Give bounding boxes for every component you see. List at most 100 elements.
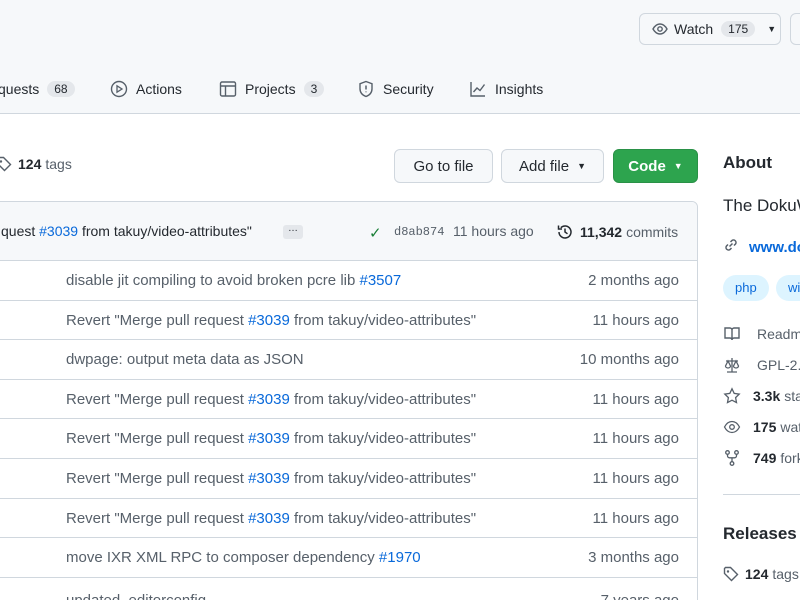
star-button[interactable] (790, 13, 800, 45)
commit-text: dwpage: output meta data as JSON (66, 351, 304, 368)
meta-text: Readme (757, 326, 800, 342)
commit-time: 11 hours ago (453, 223, 534, 239)
website-url: www.do (749, 238, 800, 256)
file-commit-message[interactable]: Revert "Merge pull request #3039 from ta… (66, 430, 476, 447)
website-link[interactable]: www.do (723, 237, 800, 257)
meta-bold: 175 (753, 419, 777, 435)
table-icon (219, 80, 237, 98)
pr-link[interactable]: #3039 (248, 510, 290, 527)
latest-commit-message[interactable]: quest #3039 from takuy/video-attributes" (1, 223, 252, 239)
tags-link[interactable]: 124 tags (0, 156, 72, 172)
file-commit-time: 11 hours ago (592, 470, 679, 487)
pr-link[interactable]: #3039 (248, 430, 290, 447)
commit-sha[interactable]: d8ab874 (394, 225, 444, 239)
file-commit-time: 7 years ago (601, 592, 679, 600)
tab-actions[interactable]: Actions (110, 74, 182, 104)
file-commit-time: 3 months ago (588, 549, 679, 566)
tab-security[interactable]: Security (357, 74, 434, 104)
commit-text: Revert "Merge pull request (66, 312, 249, 329)
file-row[interactable]: updated .editorconfig 7 years ago (0, 577, 697, 600)
pr-link[interactable]: #3039 (248, 312, 290, 329)
pr-link[interactable]: #3507 (360, 272, 402, 289)
file-row[interactable]: disable jit compiling to avoid broken pc… (0, 260, 697, 300)
file-commit-message[interactable]: move IXR XML RPC to composer dependency … (66, 549, 421, 566)
tab-counter: 68 (47, 81, 75, 97)
commit-text-after: from takuy/video-attributes" (289, 470, 477, 487)
watch-count: 175 (721, 21, 756, 37)
latest-commit-bar: quest #3039 from takuy/video-attributes"… (0, 202, 697, 261)
watch-button[interactable]: Watch 175 ▼ (639, 13, 781, 45)
shield-icon (357, 80, 375, 98)
tab-label: Insights (495, 81, 544, 97)
tab-projects[interactable]: Projects 3 (219, 74, 325, 104)
pr-link[interactable]: #3039 (248, 391, 290, 408)
file-commit-message[interactable]: disable jit compiling to avoid broken pc… (66, 272, 401, 289)
tab-label: Security (383, 81, 434, 97)
file-commit-message[interactable]: dwpage: output meta data as JSON (66, 351, 304, 368)
file-row[interactable]: Revert "Merge pull request #3039 from ta… (0, 379, 697, 419)
watchers-link[interactable]: 175 watching (723, 418, 800, 436)
meta-text: stars (784, 388, 800, 404)
file-commit-message[interactable]: Revert "Merge pull request #3039 from ta… (66, 312, 476, 329)
commit-text: Revert "Merge pull request (66, 510, 249, 527)
sidebar-divider (723, 494, 800, 495)
tag-icon (723, 566, 739, 582)
add-file-button[interactable]: Add file ▼ (501, 149, 604, 183)
topic-tag[interactable]: php (723, 275, 769, 301)
meta-bold: 749 (753, 450, 777, 466)
eye-icon (723, 418, 741, 436)
file-commit-message[interactable]: Revert "Merge pull request #3039 from ta… (66, 510, 476, 527)
file-row[interactable]: Revert "Merge pull request #3039 from ta… (0, 458, 697, 498)
release-tags-link[interactable]: 124 tags (723, 566, 799, 582)
law-icon (723, 356, 741, 374)
file-commit-message[interactable]: updated .editorconfig (66, 592, 206, 600)
tab-insights[interactable]: Insights (469, 74, 543, 104)
fork-icon (723, 449, 741, 467)
graph-icon (469, 80, 487, 98)
file-row[interactable]: move IXR XML RPC to composer dependency … (0, 537, 697, 577)
pr-link[interactable]: #3039 (248, 470, 290, 487)
forks-link[interactable]: 749 forks (723, 449, 800, 467)
commits-count: 11,342 (580, 224, 623, 240)
watch-label: Watch (674, 21, 714, 37)
link-icon (723, 237, 739, 257)
tab-label: Actions (136, 81, 182, 97)
star-icon (723, 387, 741, 405)
readme-link[interactable]: Readme (723, 325, 800, 343)
tab-label: Projects (245, 81, 296, 97)
file-commit-message[interactable]: Revert "Merge pull request #3039 from ta… (66, 470, 476, 487)
commit-message-prefix: quest (1, 223, 40, 239)
chevron-down-icon: ▼ (577, 161, 586, 171)
commit-text: Revert "Merge pull request (66, 430, 249, 447)
releases-heading[interactable]: Releases (723, 524, 797, 544)
file-row[interactable]: Revert "Merge pull request #3039 from ta… (0, 300, 697, 340)
eye-icon (652, 23, 668, 35)
file-commit-message[interactable]: Revert "Merge pull request #3039 from ta… (66, 391, 476, 408)
tab-pull-requests[interactable]: quests 68 (0, 74, 75, 104)
stars-link[interactable]: 3.3k stars (723, 387, 800, 405)
file-row[interactable]: dwpage: output meta data as JSON 10 mont… (0, 339, 697, 379)
release-tags-count: 124 (745, 566, 769, 582)
commits-link[interactable]: 11,342 commits (556, 223, 678, 241)
go-to-file-button[interactable]: Go to file (394, 149, 493, 183)
about-heading: About (723, 153, 773, 172)
repo-description: The DokuW (723, 196, 800, 215)
file-commit-time: 11 hours ago (592, 510, 679, 527)
chevron-down-icon: ▼ (767, 24, 777, 34)
file-row[interactable]: Revert "Merge pull request #3039 from ta… (0, 418, 697, 458)
file-commit-time: 11 hours ago (592, 312, 679, 329)
chevron-down-icon: ▼ (673, 161, 683, 171)
pr-link[interactable]: #1970 (379, 549, 421, 566)
check-icon[interactable]: ✓ (369, 224, 382, 242)
expand-commit-button[interactable]: … (283, 224, 303, 239)
code-button[interactable]: Code ▼ (613, 149, 698, 183)
license-link[interactable]: GPL-2.0 (723, 356, 800, 374)
file-commit-time: 11 hours ago (592, 430, 679, 447)
pr-link[interactable]: #3039 (39, 223, 78, 239)
tag-icon (0, 156, 12, 172)
file-row[interactable]: Revert "Merge pull request #3039 from ta… (0, 498, 697, 538)
file-table: quest #3039 from takuy/video-attributes"… (0, 201, 698, 600)
commit-text-after: from takuy/video-attributes" (289, 510, 477, 527)
topic-tag[interactable]: wi (776, 275, 800, 301)
release-tags-label: tags (772, 566, 799, 582)
